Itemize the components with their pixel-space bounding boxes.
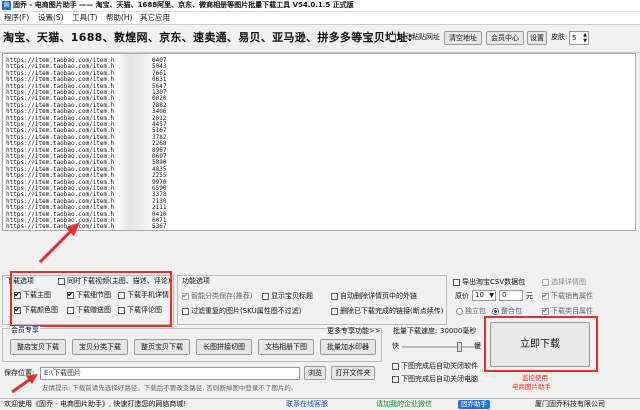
auto-paste-checkbox[interactable] <box>389 33 396 41</box>
clear-address-button[interactable]: 清空地址 <box>444 31 482 45</box>
option-delete-finished-links[interactable]: 删除已下载完成的链接(断点续传) <box>331 307 443 316</box>
more-features-link[interactable]: 更多专享功能>> <box>327 327 381 336</box>
highlight-download-button <box>484 316 598 372</box>
chevron-down-icon[interactable]: ▼ <box>489 291 494 300</box>
spinner-arrows-icon[interactable]: ▲ ▼ <box>583 32 587 44</box>
delete-finished-links-checkbox[interactable] <box>331 307 338 315</box>
app-icon: 固 <box>2 1 11 10</box>
auto-shutdown-checkbox[interactable] <box>392 375 399 383</box>
url-line-suffix: 5367 <box>152 223 167 231</box>
status-bar: 欢迎使用《固乔 - 电商图片助手》, 快速打造您的网络商城! 联系在线客服 请加… <box>0 398 640 410</box>
speed-value: 30000毫秒 <box>440 327 477 335</box>
online-service-link[interactable]: 联系在线客服 <box>286 399 328 410</box>
company-name: 厦门固乔科技有限公司 <box>535 400 605 408</box>
speed-fast-label: 快 <box>392 342 399 350</box>
option-filter-duplicates[interactable]: 过滤重复的图片(SKU属性图不过滤) <box>182 307 301 316</box>
menu-help[interactable]: 帮助(H) <box>106 12 133 24</box>
price-label: 原价 <box>455 292 469 300</box>
save-tip: 友情提示: 下载前请先选择好路径。下载后不要改变路径, 否则断掉图中登录不了图片… <box>42 384 298 392</box>
radio-merge[interactable] <box>492 307 499 315</box>
export-csv-option[interactable]: 导出淘宝CSV数据包 <box>453 278 525 287</box>
option-show-title[interactable]: 显示宝贝标题 <box>262 292 313 301</box>
open-folder-button[interactable]: 打开文件夹 <box>331 366 375 380</box>
speed-slider-track[interactable] <box>402 342 478 352</box>
price-input[interactable]: 0 <box>499 290 523 301</box>
page-download-button[interactable]: 整页宝贝下载 <box>134 339 190 355</box>
select-details-checkbox[interactable] <box>542 278 549 286</box>
radio-independent-option[interactable]: 独立包 <box>456 307 486 316</box>
url-header-title: 淘宝、天猫、1688、敦煌网、京东、速卖通、易贝、亚马逊、拼多多等宝贝地址: <box>3 31 413 44</box>
save-path-input[interactable]: E:\下载图片 <box>40 367 300 380</box>
download-sales-attr-option[interactable]: 下载销售属性 <box>542 291 593 301</box>
speed-label: 批量下载速度: <box>393 327 438 335</box>
doc-album-download-button[interactable]: 文档相册下图 <box>258 339 314 355</box>
hot-badge[interactable]: 固乔助手 <box>458 400 490 409</box>
auto-shutdown-option[interactable]: 下图完成后自动关闭电脑 <box>392 375 478 384</box>
shop-download-button[interactable]: 整店宝贝下载 <box>10 339 66 355</box>
category-attr-checkbox[interactable] <box>542 306 549 315</box>
annotation-arrow-up <box>38 222 80 264</box>
filter-duplicates-checkbox[interactable] <box>182 307 189 315</box>
auto-close-app-checkbox[interactable] <box>392 362 399 370</box>
download-category-attr-option[interactable]: 下载类目属性 <box>542 306 593 316</box>
browse-button[interactable]: 浏览 <box>304 366 326 380</box>
auto-close-app-option[interactable]: 下图完成后自动关闭软件 <box>392 362 478 371</box>
url-header: 淘宝、天猫、1688、敦煌网、京东、速卖通、易贝、亚马逊、拼多多等宝贝地址: 自… <box>0 25 640 53</box>
skin-spinner[interactable]: 5 ▲ ▼ <box>569 31 589 45</box>
speed-slow-label: 慢 <box>474 342 481 350</box>
speed-slider-thumb[interactable] <box>457 342 462 352</box>
menu-bar: 程序(F) 设置(S) 工具(T) 帮助(H) 其它应用 <box>0 12 640 25</box>
option-smart-classify[interactable]: 智能分类保存(推荐) <box>182 291 252 301</box>
menu-settings[interactable]: 设置(S) <box>38 12 64 24</box>
function-options-title: 功能选项 <box>182 277 210 285</box>
category-download-button[interactable]: 宝贝分类下载 <box>72 339 128 355</box>
show-title-checkbox[interactable] <box>262 292 269 300</box>
select-details-option[interactable]: 选择详情图 <box>542 278 586 287</box>
radio-merge-option[interactable]: 整合包 <box>492 307 522 316</box>
export-csv-checkbox[interactable] <box>453 278 460 286</box>
url-list-textarea[interactable]: https://item.taobao.com/item.h 0407 https:… <box>2 53 636 231</box>
price-unit: 元 <box>526 292 533 300</box>
wechat-link[interactable]: 请加我的企业微信 <box>376 399 432 410</box>
price-dropdown[interactable]: 10 ▼ <box>472 290 496 301</box>
member-center-button[interactable]: 会员中心 <box>486 31 524 45</box>
url-line-trailing: http <box>6 230 20 231</box>
product-name-label: 电商图片助手 <box>512 383 551 391</box>
settings-button[interactable]: 设置 <box>527 31 547 45</box>
menu-tools[interactable]: 工具(T) <box>72 12 97 24</box>
option-remove-external-links[interactable]: 自动删除详情页中的外链 <box>331 292 417 301</box>
highlight-download-options <box>10 271 172 327</box>
radio-independent[interactable] <box>456 307 463 315</box>
menu-program[interactable]: 程序(F) <box>4 12 29 24</box>
auto-paste-toggle[interactable]: 自动粘贴网址 <box>389 33 440 42</box>
smart-classify-checkbox[interactable] <box>182 291 189 300</box>
window-title: 固乔 - 电商图片助手 —— 淘宝、天猫、1688阿里、京东、微商相册等图片批量… <box>13 1 354 9</box>
monitor-usage-label: 监控使用 <box>522 374 548 382</box>
sales-attr-checkbox[interactable] <box>542 291 549 300</box>
skin-label: 皮肤: <box>551 33 568 41</box>
redaction-blur <box>120 54 152 230</box>
menu-other-apps[interactable]: 其它应用 <box>140 12 170 24</box>
title-bar: 固 固乔 - 电商图片助手 —— 淘宝、天猫、1688阿里、京东、微商相册等图片… <box>0 0 640 12</box>
member-section-title: 会员专享 <box>10 326 40 335</box>
annotation-arrow-right <box>11 374 38 394</box>
long-image-slice-button[interactable]: 长图拼接切图 <box>196 339 252 355</box>
batch-watermark-button[interactable]: 批量加水印器 <box>320 339 376 355</box>
remove-external-links-checkbox[interactable] <box>331 292 338 300</box>
status-welcome: 欢迎使用《固乔 - 电商图片助手》, 快速打造您的网络商城! <box>4 400 187 408</box>
